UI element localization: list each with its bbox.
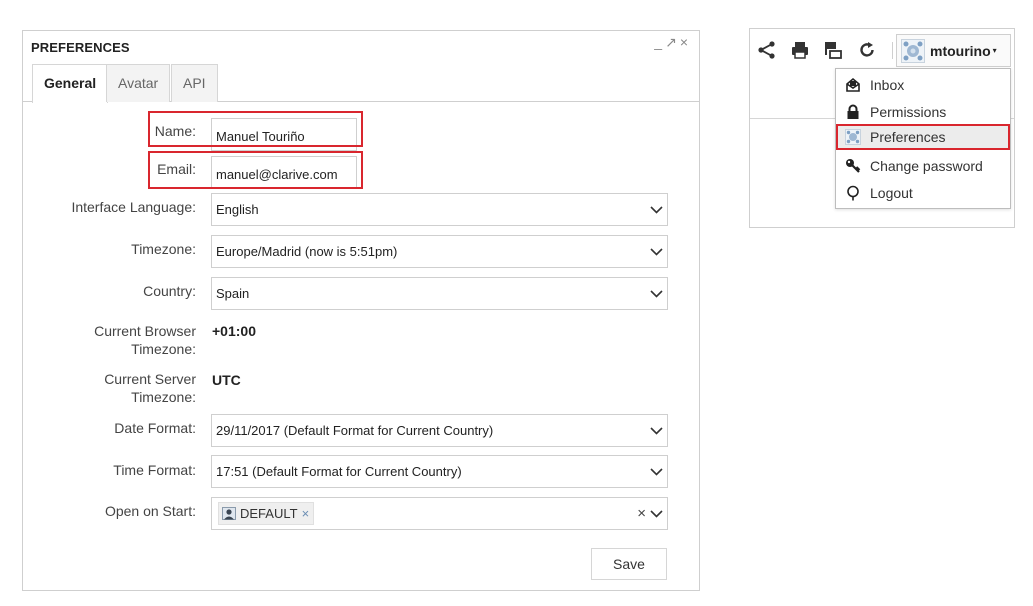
window-title: PREFERENCES: [31, 40, 130, 55]
preferences-icon: [845, 129, 861, 145]
clear-icon[interactable]: ×: [637, 498, 646, 529]
browser-timezone-value: +01:00: [212, 323, 256, 339]
refresh-icon[interactable]: [857, 40, 877, 60]
timezone-select[interactable]: Europe/Madrid (now is 5:51pm): [211, 235, 668, 268]
name-field[interactable]: Manuel Touriño: [211, 118, 357, 151]
dashboard-user-icon: [222, 507, 236, 520]
tag-remove-icon[interactable]: ×: [302, 503, 310, 524]
menu-item-change-password[interactable]: Change password: [837, 153, 1009, 179]
server-timezone-value: UTC: [212, 372, 241, 388]
chevron-down-icon: [650, 427, 663, 435]
window-controls: _↗×: [654, 34, 691, 51]
language-value: English: [216, 202, 259, 217]
browser-timezone-label: Current Browser Timezone:: [94, 322, 196, 358]
chevron-down-icon: [650, 206, 663, 214]
timezone-label: Timezone:: [131, 241, 196, 257]
chevron-down-icon: [650, 290, 663, 298]
country-value: Spain: [216, 286, 250, 301]
chevron-down-icon: [650, 248, 663, 256]
time-format-label: Time Format:: [113, 462, 196, 478]
tab-api[interactable]: API: [171, 64, 218, 102]
browser-timezone-label-line1: Current Browser: [94, 323, 196, 339]
user-name: mtourino: [930, 42, 991, 59]
language-label: Interface Language:: [71, 199, 196, 215]
country-label: Country:: [143, 283, 196, 299]
menu-item-label: Logout: [870, 185, 913, 201]
tab-avatar[interactable]: Avatar: [106, 64, 171, 102]
menu-item-label: Inbox: [870, 77, 905, 93]
save-button[interactable]: Save: [591, 548, 667, 580]
server-timezone-label-line1: Current Server: [104, 371, 196, 387]
date-format-label: Date Format:: [114, 420, 196, 436]
menu-item-label: Change password: [870, 158, 983, 174]
time-format-select[interactable]: 17:51 (Default Format for Current Countr…: [211, 455, 668, 488]
country-select[interactable]: Spain: [211, 277, 668, 310]
user-menu-button[interactable]: mtourino ▾: [896, 34, 1011, 67]
date-format-select[interactable]: 29/11/2017 (Default Format for Current C…: [211, 414, 668, 447]
date-format-value: 29/11/2017 (Default Format for Current C…: [216, 423, 494, 438]
menu-item-permissions[interactable]: Permissions: [837, 99, 1009, 125]
share-icon[interactable]: [757, 40, 777, 60]
caret-down-icon: ▾: [992, 46, 997, 55]
email-field[interactable]: manuel@clarive.com: [211, 156, 357, 189]
menu-item-preferences[interactable]: Preferences: [836, 124, 1010, 150]
time-format-value: 17:51 (Default Format for Current Countr…: [216, 464, 462, 479]
maximize-icon[interactable]: ↗: [665, 34, 680, 50]
tab-general[interactable]: General: [32, 64, 109, 103]
power-icon: [847, 185, 859, 201]
menu-item-logout[interactable]: Logout: [837, 180, 1009, 206]
user-dropdown-menu: Inbox Permissions Preferences Change pas…: [835, 68, 1011, 209]
default-tag-label: DEFAULT: [240, 506, 298, 521]
menu-item-label: Preferences: [870, 129, 946, 145]
server-timezone-label: Current Server Timezone:: [104, 370, 196, 406]
user-avatar-icon: [901, 38, 925, 63]
menu-item-label: Permissions: [870, 104, 947, 120]
name-label: Name:: [154, 123, 196, 139]
lock-icon: [847, 104, 859, 119]
language-select[interactable]: English: [211, 193, 668, 226]
browser-timezone-label-line2: Timezone:: [131, 341, 196, 357]
chevron-down-icon: [650, 468, 663, 476]
default-tag: DEFAULT ×: [218, 502, 315, 525]
preferences-window: PREFERENCES _↗× General Avatar API Name:…: [22, 30, 700, 591]
email-label: Email:: [157, 161, 196, 177]
key-icon: [846, 159, 861, 173]
minimize-icon[interactable]: _: [654, 34, 665, 50]
print-icon[interactable]: [790, 40, 810, 60]
tab-bar: General Avatar API: [23, 64, 699, 103]
chevron-down-icon: [650, 510, 663, 518]
close-icon[interactable]: ×: [680, 34, 691, 50]
server-timezone-label-line2: Timezone:: [131, 389, 196, 405]
timezone-value: Europe/Madrid (now is 5:51pm): [216, 244, 398, 259]
open-on-start-select[interactable]: DEFAULT × ×: [211, 497, 668, 530]
inbox-icon: [846, 77, 860, 92]
toolbar-divider: [892, 42, 893, 59]
menu-item-inbox[interactable]: Inbox: [837, 72, 1009, 98]
open-on-start-label: Open on Start:: [104, 503, 196, 519]
layout-icon[interactable]: [823, 40, 843, 60]
